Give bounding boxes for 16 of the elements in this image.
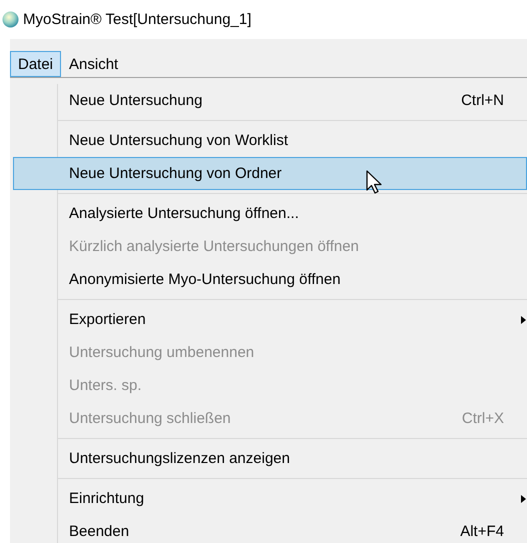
menu-item[interactable]: Einrichtung	[13, 482, 527, 515]
menu-bar-item[interactable]: Datei	[10, 51, 62, 77]
shortcut-label: Ctrl+X	[462, 410, 504, 427]
menu-item[interactable]: Neue Untersuchung von Worklist	[13, 124, 527, 157]
shortcut-label: Alt+F4	[460, 523, 504, 540]
menu-item[interactable]: Neue Untersuchung Ctrl+N	[13, 84, 527, 117]
app-logo-icon	[2, 11, 19, 28]
window-title: MyoStrain® Test[Untersuchung_1]	[23, 11, 252, 28]
menu-item[interactable]: Exportieren	[13, 303, 527, 336]
menu-item[interactable]: Analysierte Untersuchung öffnen...	[13, 197, 527, 230]
shortcut-label: Ctrl+N	[461, 92, 504, 109]
menu-bar-item[interactable]: Ansicht	[61, 51, 126, 77]
menu-item[interactable]: Untersuchungslizenzen anzeigen	[13, 442, 527, 475]
menu-item[interactable]: Anonymisierte Myo-Untersuchung öffnen	[13, 263, 527, 296]
mouse-cursor-icon	[366, 170, 384, 196]
menu-item[interactable]: Beenden Alt+F4	[13, 515, 527, 543]
